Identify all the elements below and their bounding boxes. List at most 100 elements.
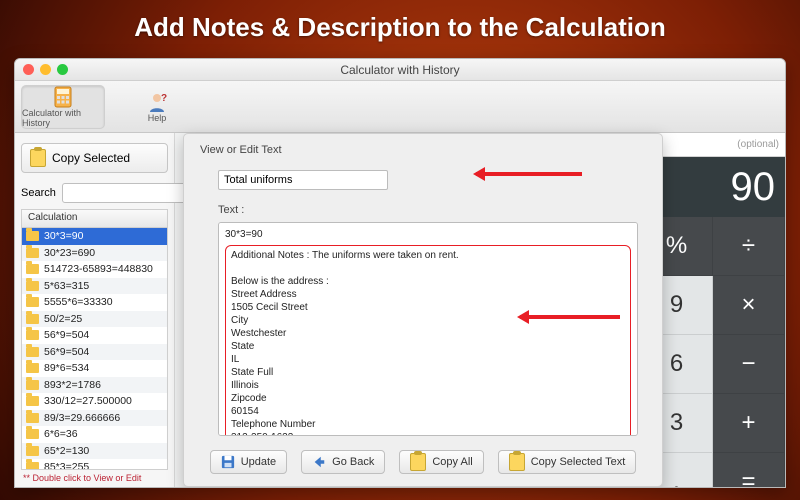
calc-key-−[interactable]: − xyxy=(713,335,785,394)
history-row-text: 330/12=27.500000 xyxy=(44,395,132,407)
history-row[interactable]: 30*23=690 xyxy=(22,245,167,262)
note-line: IL xyxy=(231,353,625,366)
calc-key-÷[interactable]: ÷ xyxy=(713,217,785,276)
go-back-label: Go Back xyxy=(332,456,374,468)
history-row-text: 5555*6=33330 xyxy=(44,296,113,308)
note-line: State Full xyxy=(231,366,625,379)
history-row[interactable]: 6*6=36 xyxy=(22,426,167,443)
toolbar-item-help[interactable]: ? Help xyxy=(115,85,199,129)
calc-key-×[interactable]: × xyxy=(713,276,785,335)
toolbar-item-label: Calculator with History xyxy=(22,108,104,128)
history-row[interactable]: 56*9=504 xyxy=(22,327,167,344)
note-textarea[interactable]: 30*3=90 Additional Notes : The uniforms … xyxy=(218,222,638,436)
history-row-text: 56*9=504 xyxy=(44,346,89,358)
note-line: Illinois xyxy=(231,379,625,392)
promo-banner: Add Notes & Description to the Calculati… xyxy=(0,0,800,53)
help-icon: ? xyxy=(145,91,169,113)
folder-icon xyxy=(26,446,39,456)
annotation-arrow-icon xyxy=(476,172,582,176)
note-line xyxy=(231,262,625,275)
history-panel: Copy Selected Search Calculation 30*3=90… xyxy=(15,133,175,487)
app-window: Calculator with History Calculator with … xyxy=(14,58,786,488)
arrow-left-icon xyxy=(312,455,326,469)
clipboard-icon xyxy=(30,149,46,167)
history-row-text: 30*23=690 xyxy=(44,247,95,259)
history-row[interactable]: 30*3=90 xyxy=(22,228,167,245)
search-label: Search xyxy=(21,187,56,199)
folder-icon xyxy=(26,396,39,406)
history-row-text: 56*9=504 xyxy=(44,329,89,341)
history-row-text: 89*6=534 xyxy=(44,362,89,374)
folder-icon xyxy=(26,248,39,258)
copy-selected-label: Copy Selected xyxy=(52,151,130,165)
calc-key-=[interactable]: = xyxy=(713,453,785,488)
note-line: Zipcode xyxy=(231,392,625,405)
folder-icon xyxy=(26,462,39,470)
history-row[interactable]: 89*6=534 xyxy=(22,360,167,377)
toolbar-item-calculator[interactable]: Calculator with History xyxy=(21,85,105,129)
folder-icon xyxy=(26,363,39,373)
window-titlebar: Calculator with History xyxy=(15,59,785,81)
note-line: 312-250-1623 xyxy=(231,431,625,436)
text-label: Text : xyxy=(218,204,646,216)
history-row[interactable]: 56*9=504 xyxy=(22,344,167,361)
copy-selected-text-button[interactable]: Copy Selected Text xyxy=(498,450,637,474)
list-hint: Double click to View or Edit xyxy=(21,470,168,487)
note-line: 1505 Cecil Street xyxy=(231,301,625,314)
save-icon xyxy=(221,455,235,469)
go-back-button[interactable]: Go Back xyxy=(301,450,385,474)
history-row[interactable]: 65*2=130 xyxy=(22,443,167,460)
copy-selected-button[interactable]: Copy Selected xyxy=(21,143,168,173)
list-header: Calculation xyxy=(21,209,168,227)
folder-icon xyxy=(26,413,39,423)
update-button[interactable]: Update xyxy=(210,450,287,474)
history-row[interactable]: 893*2=1786 xyxy=(22,377,167,394)
note-line: Street Address xyxy=(231,288,625,301)
history-row-text: 514723-65893=448830 xyxy=(44,263,153,275)
history-row-text: 85*3=255 xyxy=(44,461,89,470)
note-first-line: 30*3=90 xyxy=(225,228,631,241)
folder-icon xyxy=(26,347,39,357)
window-title: Calculator with History xyxy=(340,63,459,77)
note-line: Westchester xyxy=(231,327,625,340)
history-row[interactable]: 89/3=29.666666 xyxy=(22,410,167,427)
modal-heading: View or Edit Text xyxy=(200,144,646,156)
folder-icon xyxy=(26,264,39,274)
minimize-icon[interactable] xyxy=(40,64,51,75)
history-row-text: 893*2=1786 xyxy=(44,379,101,391)
folder-icon xyxy=(26,330,39,340)
folder-icon xyxy=(26,314,39,324)
maximize-icon[interactable] xyxy=(57,64,68,75)
folder-icon xyxy=(26,429,39,439)
annotation-arrow-icon xyxy=(520,315,620,319)
history-row-text: 5*63=315 xyxy=(44,280,89,292)
clipboard-icon xyxy=(509,453,525,471)
history-row-text: 89/3=29.666666 xyxy=(44,412,120,424)
toolbar: Calculator with History ? Help xyxy=(15,81,785,133)
history-row[interactable]: 330/12=27.500000 xyxy=(22,393,167,410)
edit-text-modal: View or Edit Text Text : 30*3=90 Additio… xyxy=(183,133,663,487)
note-title-input[interactable] xyxy=(218,170,388,190)
calculator-icon xyxy=(51,86,75,108)
history-row[interactable]: 514723-65893=448830 xyxy=(22,261,167,278)
note-line: Additional Notes : The uniforms were tak… xyxy=(231,249,625,262)
folder-icon xyxy=(26,231,39,241)
history-list[interactable]: 30*3=90 30*23=690 514723-65893=448830 5*63=… xyxy=(21,227,168,470)
toolbar-item-label: Help xyxy=(148,113,167,123)
history-row-text: 30*3=90 xyxy=(44,230,83,242)
history-row[interactable]: 50/2=25 xyxy=(22,311,167,328)
close-icon[interactable] xyxy=(23,64,34,75)
history-row[interactable]: 85*3=255 xyxy=(22,459,167,470)
history-row-text: 6*6=36 xyxy=(44,428,78,440)
copy-all-button[interactable]: Copy All xyxy=(399,450,483,474)
note-line: State xyxy=(231,340,625,353)
note-line: Telephone Number xyxy=(231,418,625,431)
calc-key-+[interactable]: + xyxy=(713,394,785,453)
history-row-text: 50/2=25 xyxy=(44,313,82,325)
traffic-lights[interactable] xyxy=(23,64,68,75)
folder-icon xyxy=(26,380,39,390)
folder-icon xyxy=(26,281,39,291)
history-row[interactable]: 5*63=315 xyxy=(22,278,167,295)
history-row[interactable]: 5555*6=33330 xyxy=(22,294,167,311)
modal-button-row: Update Go Back Copy All Copy Selected Te… xyxy=(200,450,646,474)
